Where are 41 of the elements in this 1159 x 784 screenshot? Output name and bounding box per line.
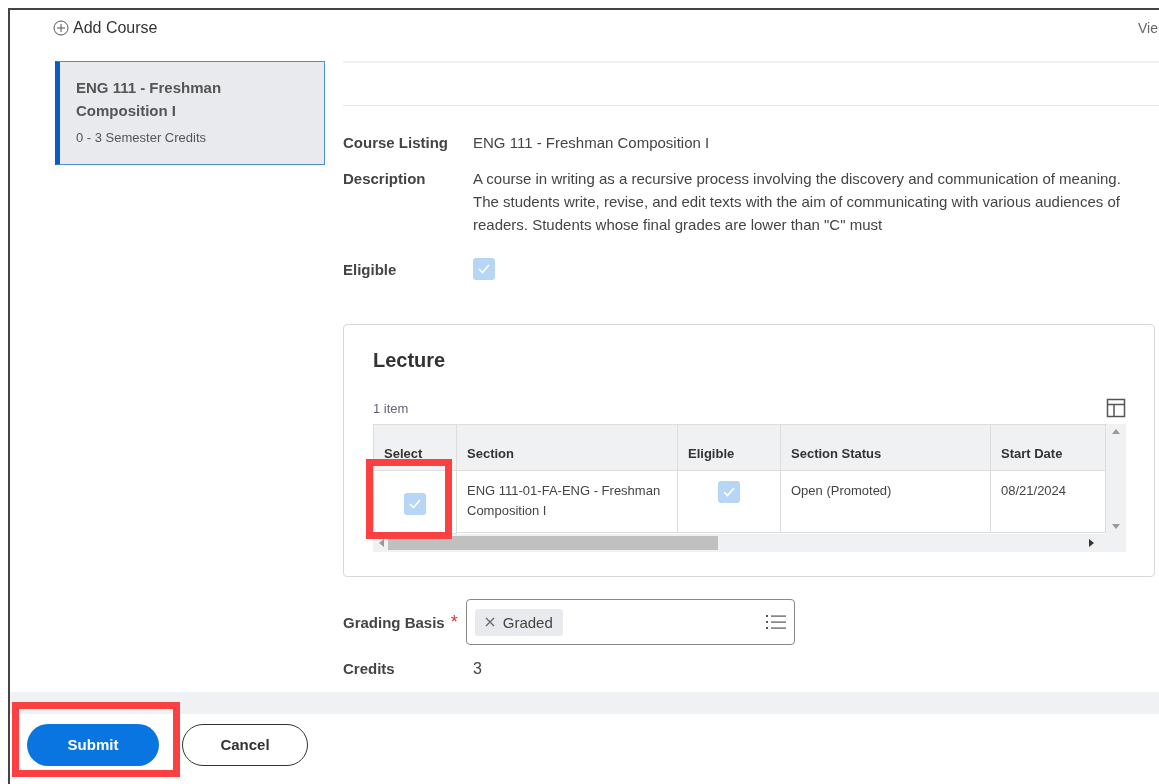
column-header: Section Status xyxy=(781,425,991,471)
field-value: 3 xyxy=(473,659,482,679)
table-cell: Open (Promoted) xyxy=(781,471,991,533)
field-value: ENG 111 - Freshman Composition I xyxy=(473,133,710,153)
scroll-up-icon[interactable] xyxy=(1112,428,1120,434)
submit-button[interactable]: Submit xyxy=(27,723,159,766)
field-label: Description xyxy=(343,169,427,189)
panel-title: Lecture xyxy=(373,349,447,372)
add-course-link[interactable]: Add Course xyxy=(53,19,158,37)
column-header: Eligible xyxy=(678,425,781,471)
horizontal-scrollbar[interactable] xyxy=(373,534,1126,552)
list-icon[interactable] xyxy=(765,614,786,630)
remove-icon[interactable] xyxy=(484,617,495,627)
checkmark-icon xyxy=(478,264,490,274)
field-label: Grading Basis xyxy=(343,613,445,631)
selected-tag: Graded xyxy=(474,608,563,636)
field-label: Eligible xyxy=(343,260,398,280)
checkmark-icon xyxy=(723,487,735,497)
column-header: Start Date xyxy=(991,425,1106,471)
field-value: A course in writing as a recursive process involving the discovery and communication of meaning. The students write, revise, and edit texts with the aim of communicating with various audiences of readers. Students whose final grades are lower than "C" must xyxy=(473,169,1122,235)
field-label: Credits xyxy=(343,659,396,679)
scroll-right-icon[interactable] xyxy=(1089,539,1094,547)
column-header: Section xyxy=(457,425,678,471)
plus-icon xyxy=(53,20,69,36)
select-checkbox[interactable] xyxy=(404,493,426,515)
field-label: Course Listing xyxy=(343,133,449,153)
eligible-checkbox[interactable] xyxy=(473,258,495,280)
item-count: 1 item xyxy=(373,400,409,416)
vertical-scrollbar[interactable] xyxy=(1106,424,1126,534)
scroll-left-icon[interactable] xyxy=(379,539,384,547)
grading-basis-field[interactable]: Graded xyxy=(465,599,795,645)
checkmark-icon xyxy=(409,499,421,509)
table-cell: ENG 111-01-FA-ENG - Freshman Composition I xyxy=(457,471,678,533)
scroll-down-icon[interactable] xyxy=(1112,524,1120,530)
course-title: ENG 111 - Freshman Composition I xyxy=(76,78,223,121)
course-credits: 0 - 3 Semester Credits xyxy=(76,130,208,145)
required-mark: * xyxy=(450,611,458,633)
course-card[interactable]: ENG 111 - Freshman Composition I 0 - 3 Semester Credits xyxy=(55,61,325,165)
view-link[interactable]: Vie xyxy=(1138,20,1158,36)
table-layout-icon[interactable] xyxy=(1106,398,1126,418)
cancel-button[interactable]: Cancel xyxy=(182,723,308,766)
